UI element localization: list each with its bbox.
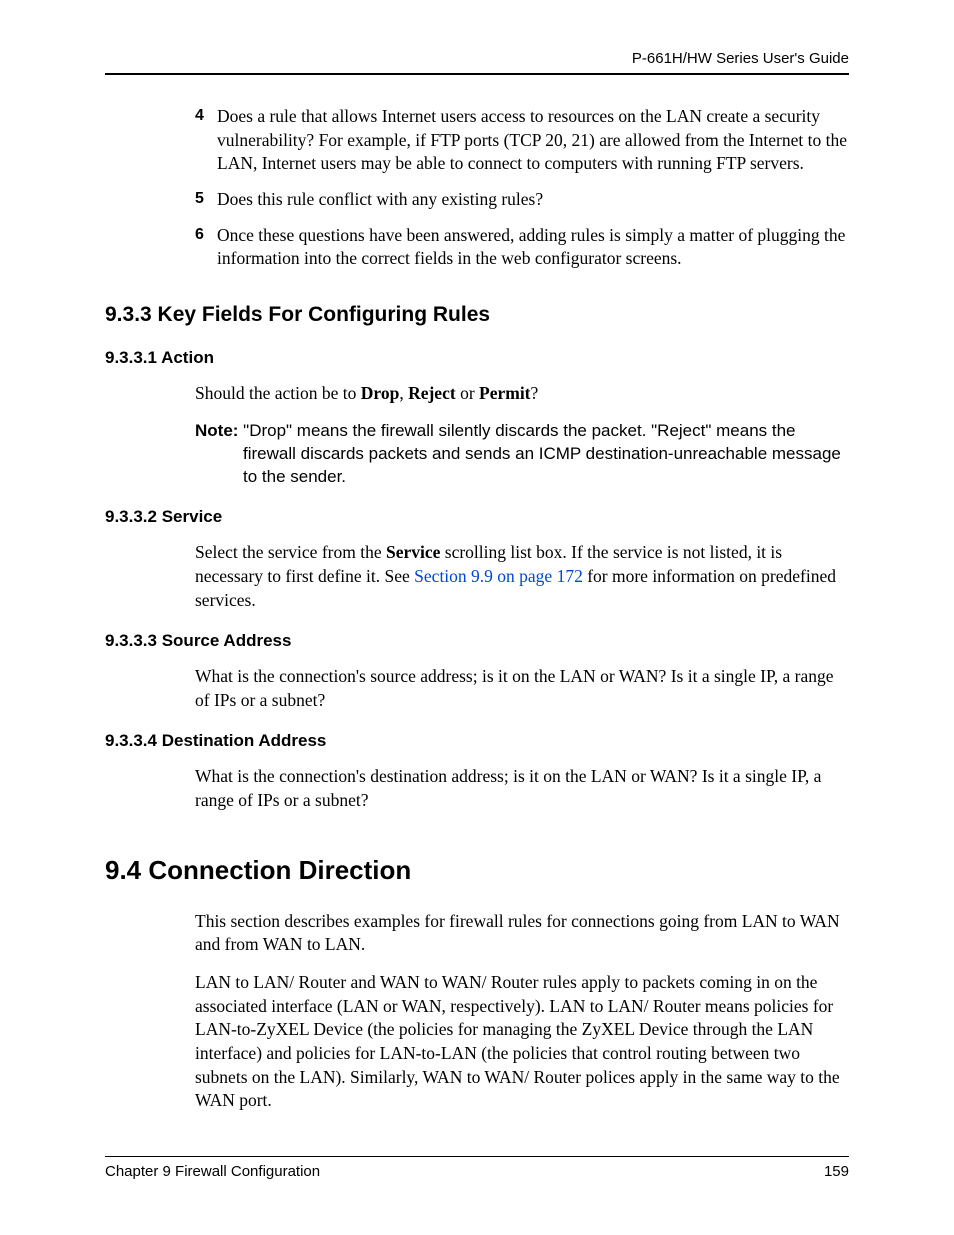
footer-rule [105,1156,849,1157]
section-9-4-body: This section describes examples for fire… [105,910,849,1113]
dest-paragraph: What is the connection's destination add… [195,765,849,812]
note-text: "Drop" means the firewall silently disca… [243,421,795,440]
note-block: Note: "Drop" means the firewall silently… [195,420,849,489]
heading-9-3-3-4: 9.3.3.4 Destination Address [105,730,849,753]
text: ? [531,383,539,403]
bold-reject: Reject [408,383,456,403]
list-item: 5 Does this rule conflict with any exist… [195,188,849,212]
list-text: Does a rule that allows Internet users a… [217,105,849,176]
section-dest-body: What is the connection's destination add… [105,765,849,812]
source-paragraph: What is the connection's source address;… [195,665,849,712]
cross-reference-link[interactable]: Section 9.9 on page 172 [414,566,583,586]
list-text: Once these questions have been answered,… [217,224,849,271]
service-paragraph: Select the service from the Service scro… [195,541,849,612]
page-content: 4 Does a rule that allows Internet users… [105,105,849,1113]
heading-9-4: 9.4 Connection Direction [105,853,849,888]
heading-9-3-3-2: 9.3.3.2 Service [105,506,849,529]
section-source-body: What is the connection's source address;… [105,665,849,712]
bold-permit: Permit [479,383,531,403]
header-guide-title: P-661H/HW Series User's Guide [105,50,849,67]
footer-chapter: Chapter 9 Firewall Configuration [105,1163,320,1180]
footer-page-number: 159 [824,1163,849,1180]
section-service-body: Select the service from the Service scro… [105,541,849,612]
text: Should the action be to [195,383,361,403]
action-paragraph: Should the action be to Drop, Reject or … [195,382,849,406]
p-9-4-1: This section describes examples for fire… [195,910,849,957]
header-rule [105,73,849,75]
p-9-4-2: LAN to LAN/ Router and WAN to WAN/ Route… [195,971,849,1113]
footer-line: Chapter 9 Firewall Configuration 159 [105,1163,849,1180]
list-number: 6 [195,224,217,271]
list-item: 4 Does a rule that allows Internet users… [195,105,849,176]
list-number: 5 [195,188,217,212]
text: , [399,383,408,403]
heading-9-3-3-1: 9.3.3.1 Action [105,347,849,370]
section-action-body: Should the action be to Drop, Reject or … [105,382,849,488]
note-text: firewall discards packets and sends an I… [195,443,849,489]
page-footer: Chapter 9 Firewall Configuration 159 [105,1156,849,1180]
list-text: Does this rule conflict with any existin… [217,188,849,212]
list-item: 6 Once these questions have been answere… [195,224,849,271]
numbered-list: 4 Does a rule that allows Internet users… [105,105,849,271]
heading-9-3-3-3: 9.3.3.3 Source Address [105,630,849,653]
list-number: 4 [195,105,217,176]
bold-service: Service [386,542,440,562]
heading-9-3-3: 9.3.3 Key Fields For Configuring Rules [105,301,849,329]
text: or [456,383,479,403]
bold-drop: Drop [361,383,400,403]
document-page: P-661H/HW Series User's Guide 4 Does a r… [0,0,954,1235]
note-label: Note: [195,421,243,440]
text: Select the service from the [195,542,386,562]
